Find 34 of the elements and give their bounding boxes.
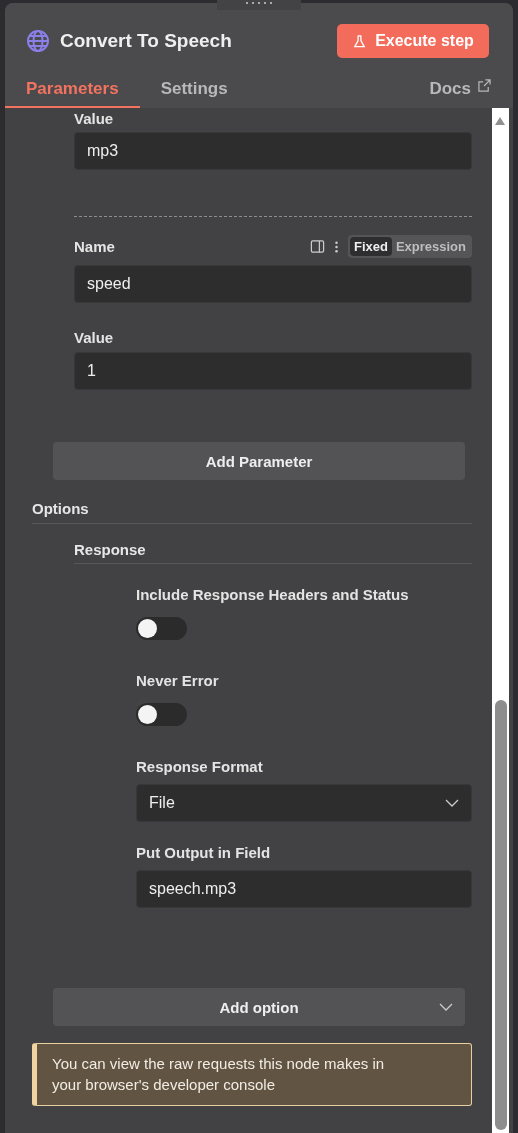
scroll-up-icon[interactable] (495, 117, 505, 125)
option-label: Include Response Headers and Status (136, 585, 410, 605)
field-label: Name (74, 236, 115, 257)
mode-option[interactable]: Expression (391, 237, 470, 256)
panel-icon[interactable] (309, 239, 325, 254)
info-notice: You can view the raw requests this node makes in your browser's developer console (32, 1043, 472, 1106)
option-label: Response Format (136, 757, 264, 777)
input-field[interactable]: 1 (74, 352, 472, 390)
add-option-button[interactable]: Add option (53, 988, 465, 1026)
input-field[interactable]: speech.mp3 (136, 870, 472, 908)
group-title: Response (74, 540, 147, 560)
field-label: Value (74, 328, 115, 348)
option-label: Put Output in Field (136, 843, 272, 863)
dropdown-field[interactable]: File (136, 784, 472, 822)
field-label: Value (74, 109, 115, 129)
chevron-down-icon (439, 1003, 453, 1011)
section-title: Options (32, 499, 90, 519)
flask-icon (352, 33, 368, 49)
drag-handle-icon[interactable] (217, 0, 301, 10)
option-label: Never Error (136, 671, 220, 691)
toggle-switch[interactable] (136, 617, 187, 640)
input-field[interactable]: mp3 (74, 132, 472, 170)
docs-link[interactable]: Docs (429, 72, 491, 108)
more-icon[interactable] (333, 239, 339, 254)
scrollbar[interactable] (492, 108, 509, 1133)
node-title: Convert To Speech (60, 30, 232, 52)
external-link-icon (478, 79, 491, 92)
input-field[interactable]: speed (74, 265, 472, 303)
tab[interactable]: Settings (139, 72, 249, 108)
chevron-down-icon (445, 799, 459, 807)
toggle-switch[interactable] (136, 703, 187, 726)
mode-option[interactable]: Fixed (349, 237, 392, 256)
globe-icon (26, 29, 50, 53)
add-parameter-button[interactable]: Add Parameter (53, 442, 465, 480)
